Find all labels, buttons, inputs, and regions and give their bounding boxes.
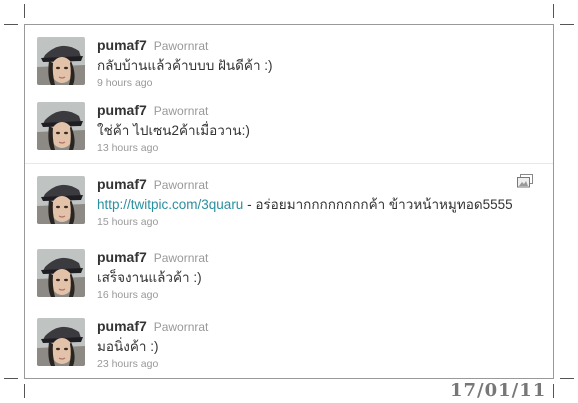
divider bbox=[25, 163, 553, 164]
tweet-text: เสร็จงานแล้วค้า :) bbox=[97, 270, 202, 285]
tweet-text: กลับบ้านแล้วค้าบบบ ฝันดีค้า :) bbox=[97, 58, 273, 73]
username[interactable]: pumaf7 bbox=[97, 249, 147, 265]
crop-mark bbox=[560, 24, 574, 25]
realname: Pawornrat bbox=[153, 178, 209, 192]
tweet-timestamp[interactable]: 9 hours ago bbox=[97, 77, 547, 90]
avatar[interactable] bbox=[37, 249, 85, 297]
username[interactable]: pumaf7 bbox=[97, 102, 147, 118]
date-stamp: 17/01/11 bbox=[450, 380, 547, 401]
username[interactable]: pumaf7 bbox=[97, 318, 147, 334]
tweet-link[interactable]: http://twitpic.com/3quaru bbox=[97, 197, 243, 212]
tweet-item: pumaf7 Pawornrat มอนิ่งค้า :) 23 hours a… bbox=[37, 318, 547, 376]
crop-mark bbox=[553, 4, 554, 18]
photo-media-icon[interactable] bbox=[517, 174, 533, 188]
tweet-timestamp[interactable]: 13 hours ago bbox=[97, 142, 547, 155]
tweet-text: มอนิ่งค้า :) bbox=[97, 339, 159, 354]
realname: Pawornrat bbox=[153, 39, 209, 53]
tweet-list: pumaf7 Pawornrat กลับบ้านแล้วค้าบบบ ฝันด… bbox=[24, 24, 554, 379]
realname: Pawornrat bbox=[153, 104, 209, 118]
tweet-timestamp[interactable]: 16 hours ago bbox=[97, 289, 547, 302]
tweet-timestamp[interactable]: 23 hours ago bbox=[97, 358, 547, 371]
avatar[interactable] bbox=[37, 176, 85, 224]
realname: Pawornrat bbox=[153, 251, 209, 265]
avatar[interactable] bbox=[37, 318, 85, 366]
crop-mark bbox=[4, 378, 18, 379]
username[interactable]: pumaf7 bbox=[97, 176, 147, 192]
avatar[interactable] bbox=[37, 37, 85, 85]
tweet-item: pumaf7 Pawornrat กลับบ้านแล้วค้าบบบ ฝันด… bbox=[37, 37, 547, 95]
crop-mark bbox=[560, 378, 574, 379]
crop-mark bbox=[24, 4, 25, 18]
username[interactable]: pumaf7 bbox=[97, 37, 147, 53]
tweet-item: pumaf7 Pawornrat http://twitpic.com/3qua… bbox=[37, 174, 547, 234]
tweet-timestamp[interactable]: 15 hours ago bbox=[97, 216, 547, 229]
tweet-text: - อร่อยมากกกกกกกกค้า ข้าวหน้าหมูทอด5555 bbox=[243, 197, 513, 212]
crop-mark bbox=[4, 24, 18, 25]
crop-mark bbox=[24, 384, 25, 398]
tweet-item: pumaf7 Pawornrat ใช่ค้า ไปเซน2ค้าเมื่อวา… bbox=[37, 102, 547, 160]
realname: Pawornrat bbox=[153, 320, 209, 334]
crop-mark bbox=[553, 384, 554, 398]
tweet-item: pumaf7 Pawornrat เสร็จงานแล้วค้า :) 16 h… bbox=[37, 249, 547, 307]
tweet-text: ใช่ค้า ไปเซน2ค้าเมื่อวาน:) bbox=[97, 123, 250, 138]
avatar[interactable] bbox=[37, 102, 85, 150]
